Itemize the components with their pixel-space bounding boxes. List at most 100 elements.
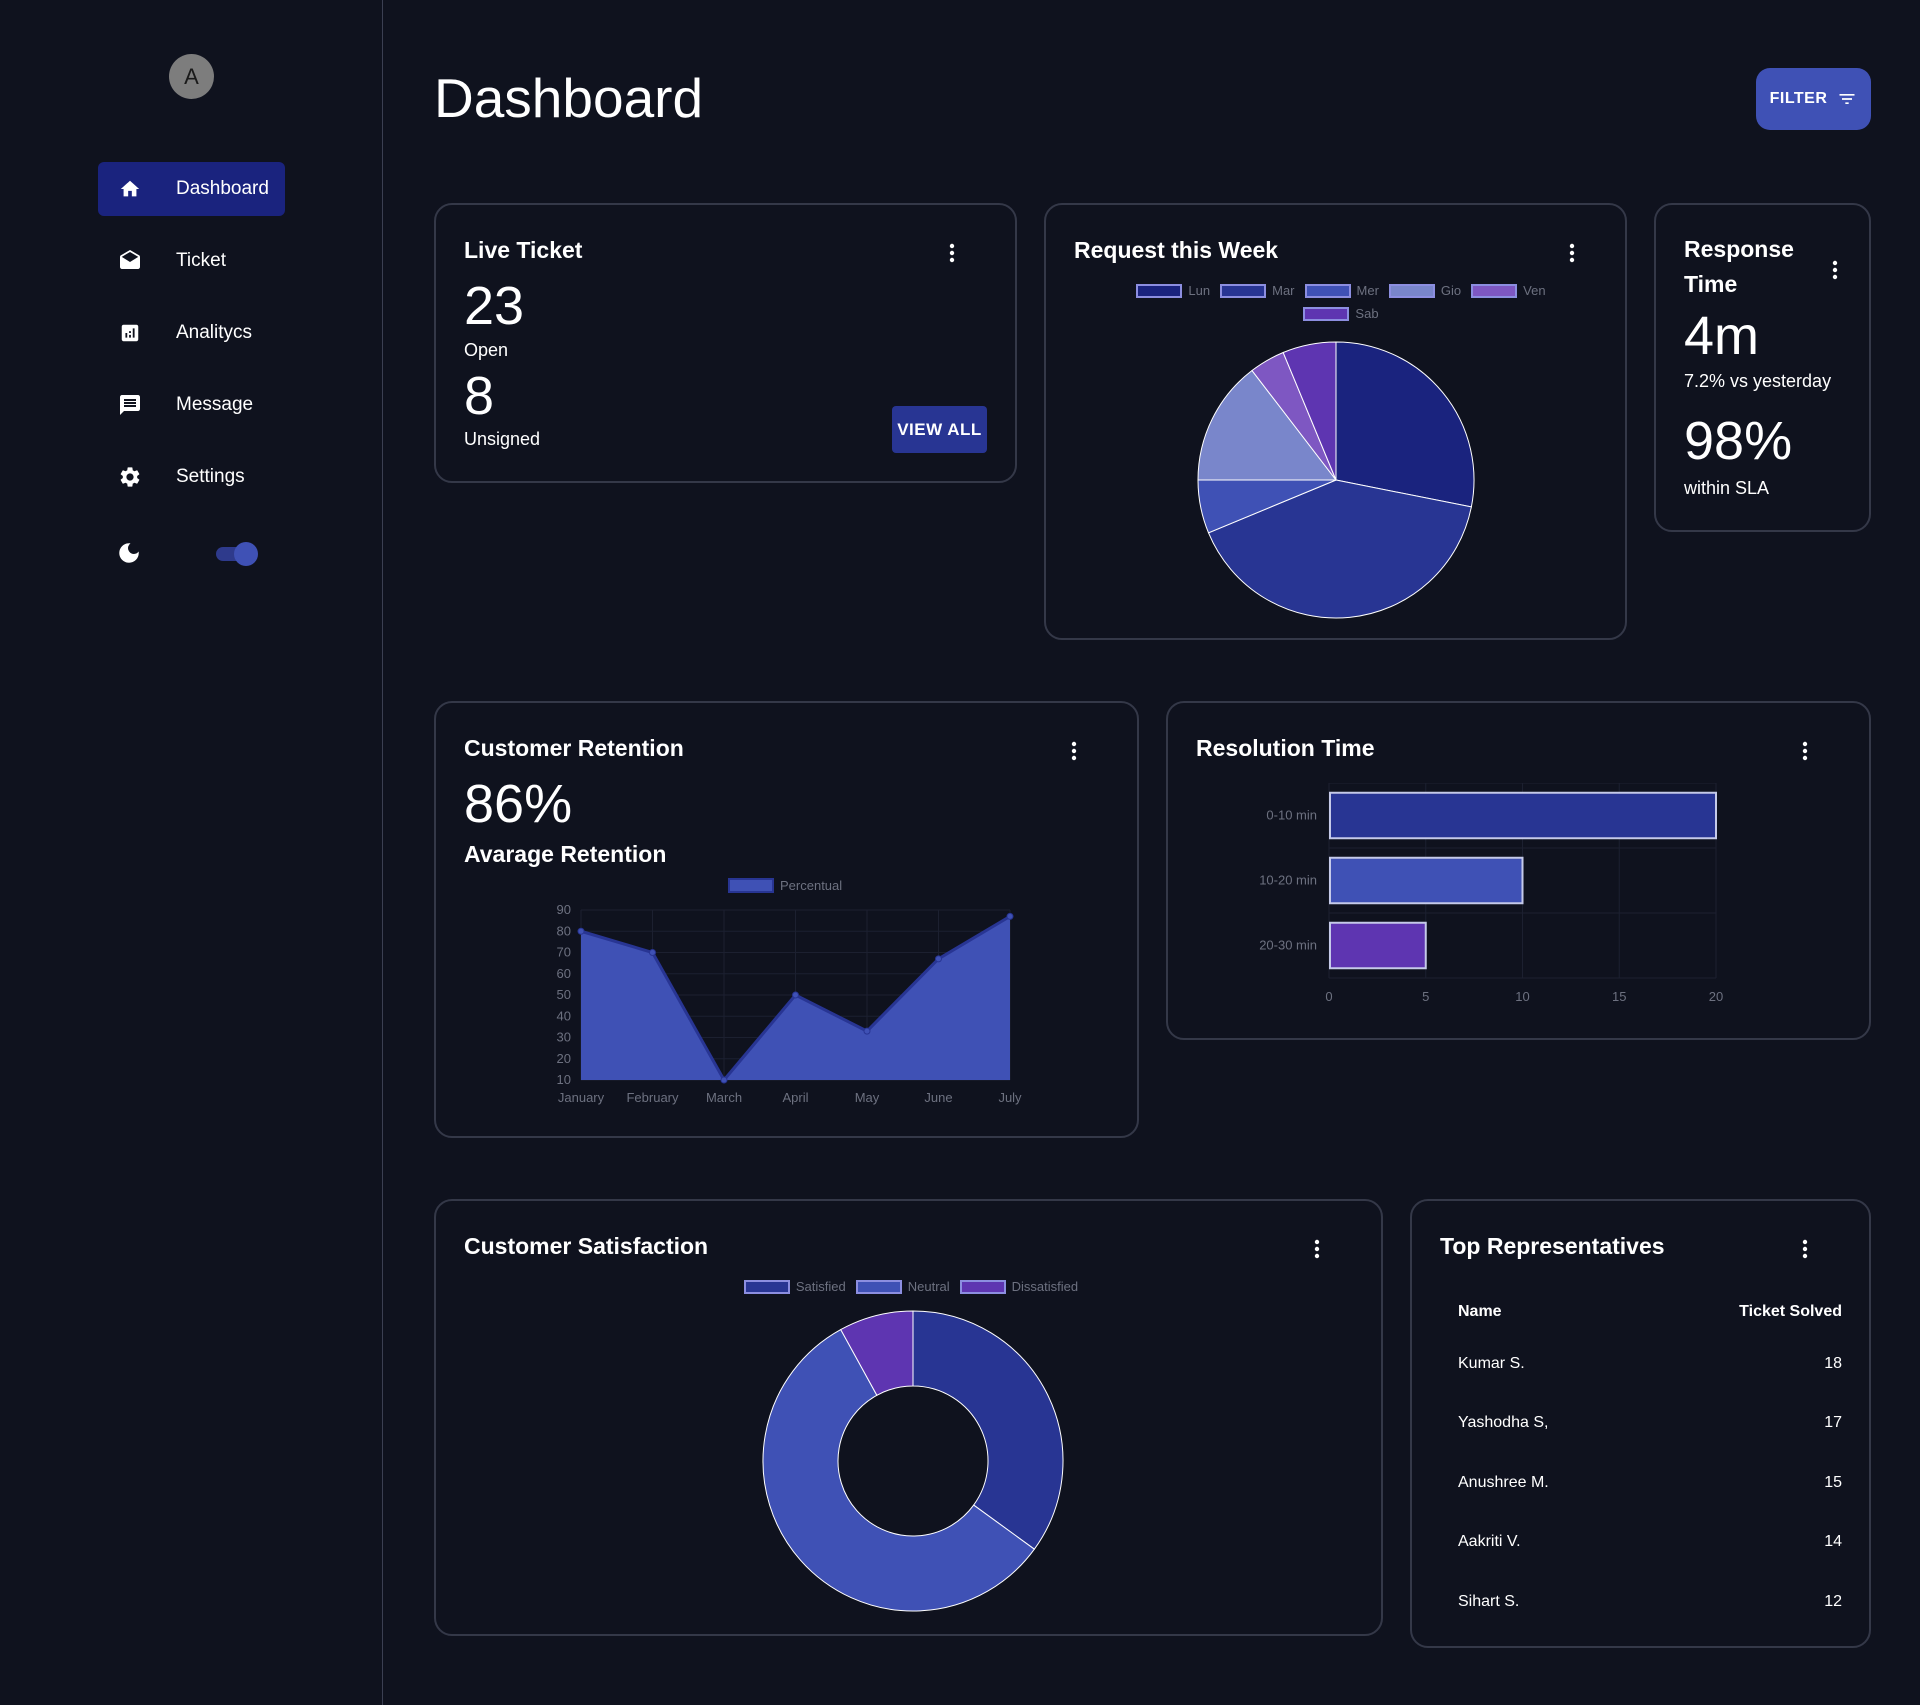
- card-title: Response Time: [1684, 232, 1794, 302]
- analytics-icon: [118, 321, 142, 345]
- legend-label: Satisfied: [795, 1279, 846, 1294]
- data-point[interactable]: [1006, 912, 1014, 920]
- live-ticket-card: Live Ticket 23 Open 8 Unsigned VIEW ALL: [434, 203, 1017, 483]
- y-tick-label: 40: [557, 1008, 571, 1023]
- legend-swatch: [728, 878, 774, 893]
- more-vert-icon[interactable]: [1305, 1237, 1329, 1261]
- legend-swatch: [1303, 306, 1350, 321]
- resolution-bar-chart: 0 5 10 15 20 0-10 min 10-20 min 20-30 min: [1259, 783, 1723, 1004]
- data-point[interactable]: [792, 991, 799, 999]
- column-header-name: Name: [1458, 1302, 1502, 1320]
- more-vert-icon[interactable]: [940, 241, 964, 265]
- rep-name: Kumar S.: [1458, 1354, 1525, 1372]
- sidebar-item-label: Dashboard: [176, 178, 269, 199]
- bar-10-20-min[interactable]: [1329, 856, 1524, 905]
- rep-name: Sihart S.: [1458, 1592, 1520, 1610]
- card-title: Customer Satisfaction: [464, 1233, 709, 1259]
- dark-mode-toggle[interactable]: [214, 541, 258, 566]
- bar-0-10-min[interactable]: [1329, 791, 1717, 840]
- sidebar-item-ticket[interactable]: Ticket: [98, 234, 285, 288]
- x-tick-label: 20: [1709, 989, 1723, 1004]
- legend-swatch: [1220, 283, 1267, 298]
- data-point[interactable]: [577, 927, 585, 935]
- sidebar-item-analytics[interactable]: Analitycs: [98, 306, 285, 360]
- legend-item[interactable]: Gio: [1388, 283, 1462, 298]
- sidebar-item-dashboard[interactable]: Dashboard: [98, 162, 285, 216]
- sidebar-item-label: Ticket: [176, 250, 226, 271]
- request-week-card: Request this Week Lun Mar Mer Gio Ven Sab: [1044, 203, 1627, 640]
- envelope-open-icon: [118, 249, 142, 273]
- top-representatives-card: Top Representatives Name Ticket Solved K…: [1410, 1199, 1871, 1648]
- rep-solved: 18: [1824, 1354, 1842, 1372]
- legend-item[interactable]: Satisfied: [743, 1279, 846, 1294]
- card-title: Customer Retention: [464, 735, 684, 761]
- rep-name: Aakriti V.: [1458, 1533, 1521, 1551]
- legend-swatch: [1136, 283, 1183, 298]
- legend-item[interactable]: Ven: [1471, 283, 1546, 298]
- card-title-line: Response: [1684, 236, 1794, 262]
- resolution-time-card: Resolution Time 0 5 10 15 20 0-10 min 10-20 mi…: [1166, 701, 1871, 1040]
- legend-item[interactable]: Mar: [1220, 283, 1295, 298]
- sidebar-item-message[interactable]: Message: [98, 378, 285, 432]
- message-icon: [118, 393, 142, 417]
- more-vert-icon[interactable]: [1560, 241, 1584, 265]
- legend-swatch: [1471, 283, 1518, 298]
- card-title: Request this Week: [1074, 237, 1279, 263]
- rep-solved: 15: [1824, 1473, 1842, 1491]
- x-tick-label: June: [924, 1090, 952, 1105]
- table-row: Sihart S. 12: [1440, 1572, 1860, 1632]
- legend-item[interactable]: Lun: [1136, 283, 1210, 298]
- y-tick-label: 10: [557, 1072, 571, 1087]
- filter-icon: [1839, 94, 1855, 104]
- legend-label: Mer: [1356, 283, 1379, 298]
- sidebar-item-label: Analitycs: [176, 322, 253, 343]
- more-vert-icon[interactable]: [1062, 739, 1086, 763]
- open-label: Open: [464, 340, 509, 360]
- table-header-row: Name Ticket Solved: [1440, 1289, 1860, 1334]
- more-vert-icon[interactable]: [1793, 739, 1817, 763]
- avatar[interactable]: A: [169, 54, 214, 99]
- sla-value: 98%: [1684, 411, 1793, 471]
- moon-icon: [116, 540, 142, 566]
- x-tick-label: March: [706, 1090, 742, 1105]
- legend-item[interactable]: Percentual: [728, 878, 842, 893]
- y-tick-label: 20: [557, 1051, 571, 1066]
- retention-value: 86%: [464, 774, 573, 834]
- legend-label: Dissatisfied: [1011, 1279, 1079, 1294]
- data-point[interactable]: [720, 1076, 728, 1084]
- rep-solved: 14: [1824, 1533, 1842, 1551]
- x-tick-label: April: [782, 1090, 808, 1105]
- more-vert-icon[interactable]: [1823, 258, 1847, 282]
- sidebar-item-label: Settings: [176, 466, 245, 487]
- table-row: Anushree M. 15: [1440, 1453, 1860, 1513]
- pie-slice-satisfied[interactable]: [912, 1310, 1064, 1550]
- response-time-card: Response Time 4m 7.2% vs yesterday 98% w…: [1654, 203, 1871, 532]
- customer-retention-card: Customer Retention 86% Avarage Retention…: [434, 701, 1139, 1138]
- legend-swatch: [1388, 283, 1435, 298]
- bar-20-30-min[interactable]: [1329, 921, 1427, 970]
- data-point[interactable]: [863, 1027, 871, 1035]
- x-tick-label: 0: [1325, 989, 1332, 1004]
- sidebar: A Dashboard Ticket Analitycs Message Set…: [0, 0, 383, 1705]
- card-title: Live Ticket: [464, 237, 583, 263]
- x-tick-label: February: [626, 1090, 679, 1105]
- legend-item[interactable]: Dissatisfied: [959, 1279, 1079, 1294]
- rep-name: Yashodha S,: [1458, 1414, 1549, 1432]
- card-title: Resolution Time: [1196, 735, 1375, 761]
- legend-swatch: [743, 1279, 790, 1294]
- sidebar-item-settings[interactable]: Settings: [98, 450, 285, 504]
- view-all-button[interactable]: VIEW ALL: [892, 406, 987, 453]
- more-vert-icon[interactable]: [1793, 1237, 1817, 1261]
- y-tick-label: 10-20 min: [1259, 873, 1317, 888]
- legend-label: Gio: [1440, 283, 1462, 298]
- y-tick-label: 90: [557, 902, 571, 917]
- legend-label: Sab: [1355, 306, 1379, 321]
- pie-slice-lun[interactable]: [1335, 341, 1475, 508]
- x-tick-label: 10: [1515, 989, 1529, 1004]
- data-point[interactable]: [935, 955, 942, 963]
- legend-item[interactable]: Sab: [1303, 306, 1379, 321]
- legend-item[interactable]: Neutral: [855, 1279, 950, 1294]
- data-point[interactable]: [649, 949, 656, 956]
- filter-button[interactable]: FILTER: [1756, 68, 1871, 130]
- legend-item[interactable]: Mer: [1304, 283, 1379, 298]
